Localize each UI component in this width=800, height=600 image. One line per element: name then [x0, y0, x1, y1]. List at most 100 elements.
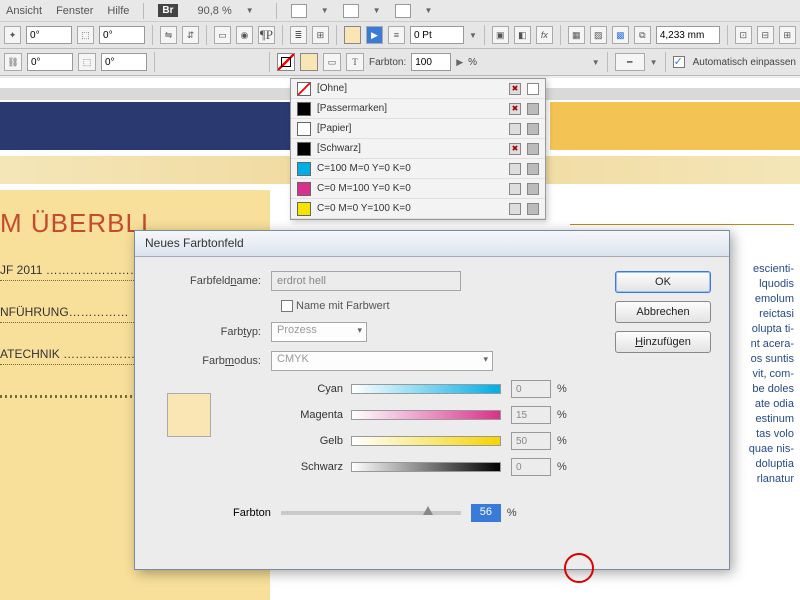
- swatch-type-icon: [527, 123, 539, 135]
- swatch-row[interactable]: [Ohne]: [291, 79, 545, 99]
- link-icon[interactable]: ⛓: [4, 53, 22, 71]
- shear-field-2[interactable]: [101, 53, 147, 71]
- channel-value-field: [511, 406, 551, 424]
- tint-slider-thumb[interactable]: [423, 506, 433, 515]
- bridge-icon[interactable]: Br: [158, 4, 177, 17]
- cmyk-row: Schwarz%: [285, 458, 711, 476]
- channel-value-field: [511, 432, 551, 450]
- channel-label: Cyan: [285, 383, 351, 395]
- swatch-row[interactable]: C=0 M=100 Y=0 K=0: [291, 179, 545, 199]
- swatch-color-icon: [297, 142, 311, 156]
- swatch-row[interactable]: C=0 M=0 Y=100 K=0: [291, 199, 545, 219]
- rotation-field[interactable]: [26, 26, 72, 44]
- swatch-name: C=100 M=0 Y=0 K=0: [317, 163, 503, 174]
- fit-content-icon[interactable]: ▦: [568, 26, 585, 44]
- swatch-flag-icon: [509, 103, 521, 115]
- swatches-dropdown[interactable]: [Ohne][Passermarken] [Papier] [Schwarz] C=1…: [290, 78, 546, 220]
- measure-field[interactable]: [656, 26, 720, 44]
- channel-gradient: [351, 384, 501, 394]
- swatch-row[interactable]: [Papier]: [291, 119, 545, 139]
- rotation-field-2[interactable]: [27, 53, 73, 71]
- stroke-weight-field[interactable]: [410, 26, 464, 44]
- menu-help[interactable]: Hilfe: [107, 5, 129, 17]
- screen-mode-icon[interactable]: [291, 4, 307, 18]
- crop-icon[interactable]: ⧉: [634, 26, 651, 44]
- ok-button[interactable]: OK: [615, 271, 711, 293]
- cancel-button[interactable]: Abbrechen: [615, 301, 711, 323]
- name-with-value-label: Name mit Farbwert: [296, 300, 390, 312]
- swatch-name: [Papier]: [317, 123, 503, 134]
- swatch-row[interactable]: C=100 M=0 Y=0 K=0: [291, 159, 545, 179]
- stroke-style-icon[interactable]: ━: [615, 53, 645, 71]
- view-options-icon[interactable]: [395, 4, 411, 18]
- stroke-weight-icon[interactable]: ≡: [388, 26, 405, 44]
- percent-label: %: [557, 409, 567, 421]
- frame-fit-1-icon[interactable]: ⊡: [735, 26, 752, 44]
- text-wrap-icon[interactable]: ▣: [492, 26, 509, 44]
- frame-fit-3-icon[interactable]: ⊞: [779, 26, 796, 44]
- percent-label: %: [557, 383, 567, 395]
- paragraph-icon[interactable]: ¶P: [258, 26, 275, 44]
- swatch-name-field: [271, 271, 461, 291]
- swatch-type-icon: [527, 143, 539, 155]
- fill-swatch-2[interactable]: [300, 53, 318, 71]
- reference-point-icon[interactable]: ✦: [4, 26, 21, 44]
- shear-icon-2[interactable]: ⬚: [78, 53, 96, 71]
- swatch-name: [Schwarz]: [317, 143, 503, 154]
- swatch-name: C=0 M=100 Y=0 K=0: [317, 183, 503, 194]
- swatch-color-icon: [297, 82, 311, 96]
- formatting-text-icon[interactable]: T: [346, 53, 364, 71]
- mode-label: Farbmodus:: [153, 355, 271, 367]
- align-icon[interactable]: ≣: [290, 26, 307, 44]
- arrange-icon[interactable]: [343, 4, 359, 18]
- channel-gradient: [351, 462, 501, 472]
- channel-label: Magenta: [285, 409, 351, 421]
- autofit-checkbox[interactable]: [673, 56, 685, 68]
- menu-window[interactable]: Fenster: [56, 5, 93, 17]
- swatch-type-icon: [527, 83, 539, 95]
- add-button[interactable]: Hinzufügen: [615, 331, 711, 353]
- center-content-icon[interactable]: ▩: [612, 26, 629, 44]
- shear-field[interactable]: [99, 26, 145, 44]
- channel-value-field: [511, 380, 551, 398]
- swatch-flag-icon: [509, 83, 521, 95]
- swatch-name: C=0 M=0 Y=100 K=0: [317, 203, 503, 214]
- select-container-icon[interactable]: ▭: [214, 26, 231, 44]
- name-label: Farbfeldname:: [153, 275, 271, 287]
- percent-label: %: [468, 57, 477, 68]
- control-toolbar-1: ✦ ⬚ ⇋ ⇵ ▭ ◉ ¶P ≣ ⊞ ▶ ≡ ▼ ▣ ◧ fx ▦ ▨ ▩ ⧉ …: [0, 22, 800, 49]
- swatch-row[interactable]: [Passermarken]: [291, 99, 545, 119]
- corner-icon[interactable]: ◧: [514, 26, 531, 44]
- channel-label: Schwarz: [285, 461, 351, 473]
- swatch-flag-icon: [509, 183, 521, 195]
- tint-value-field[interactable]: 56: [471, 504, 501, 522]
- formatting-container-icon[interactable]: ▭: [323, 53, 341, 71]
- fill-swatch[interactable]: [344, 26, 361, 44]
- menu-view[interactable]: Ansicht: [6, 5, 42, 17]
- fit-frame-icon[interactable]: ▨: [590, 26, 607, 44]
- control-toolbar-2: ⛓ ⬚ ▭ T Farbton: ▶ % ▼ ━▼ Automatisch ei…: [0, 49, 800, 76]
- no-fill-icon[interactable]: [277, 53, 295, 71]
- swatch-type-icon: [527, 183, 539, 195]
- flip-h-icon[interactable]: ⇋: [160, 26, 177, 44]
- stroke-toggle-icon[interactable]: ▶: [366, 26, 383, 44]
- swatch-row[interactable]: [Schwarz]: [291, 139, 545, 159]
- channel-gradient: [351, 436, 501, 446]
- select-content-icon[interactable]: ◉: [236, 26, 253, 44]
- color-preview-swatch: [167, 393, 211, 437]
- fx-icon[interactable]: fx: [536, 26, 553, 44]
- zoom-level[interactable]: 90,8 %: [198, 5, 232, 17]
- swatch-flag-icon: [509, 143, 521, 155]
- swatch-flag-icon: [509, 163, 521, 175]
- menubar: Ansicht Fenster Hilfe Br 90,8 % ▼ ▼ ▼ ▼: [0, 0, 800, 22]
- flip-v-icon[interactable]: ⇵: [182, 26, 199, 44]
- shear-icon[interactable]: ⬚: [77, 26, 94, 44]
- percent-label: %: [557, 435, 567, 447]
- frame-fit-2-icon[interactable]: ⊟: [757, 26, 774, 44]
- swatch-flag-icon: [509, 123, 521, 135]
- percent-label: %: [507, 507, 517, 519]
- distribute-icon[interactable]: ⊞: [312, 26, 329, 44]
- tint-slider[interactable]: [281, 511, 461, 515]
- cmyk-row: Gelb%: [285, 432, 711, 450]
- tint-field[interactable]: [411, 53, 451, 71]
